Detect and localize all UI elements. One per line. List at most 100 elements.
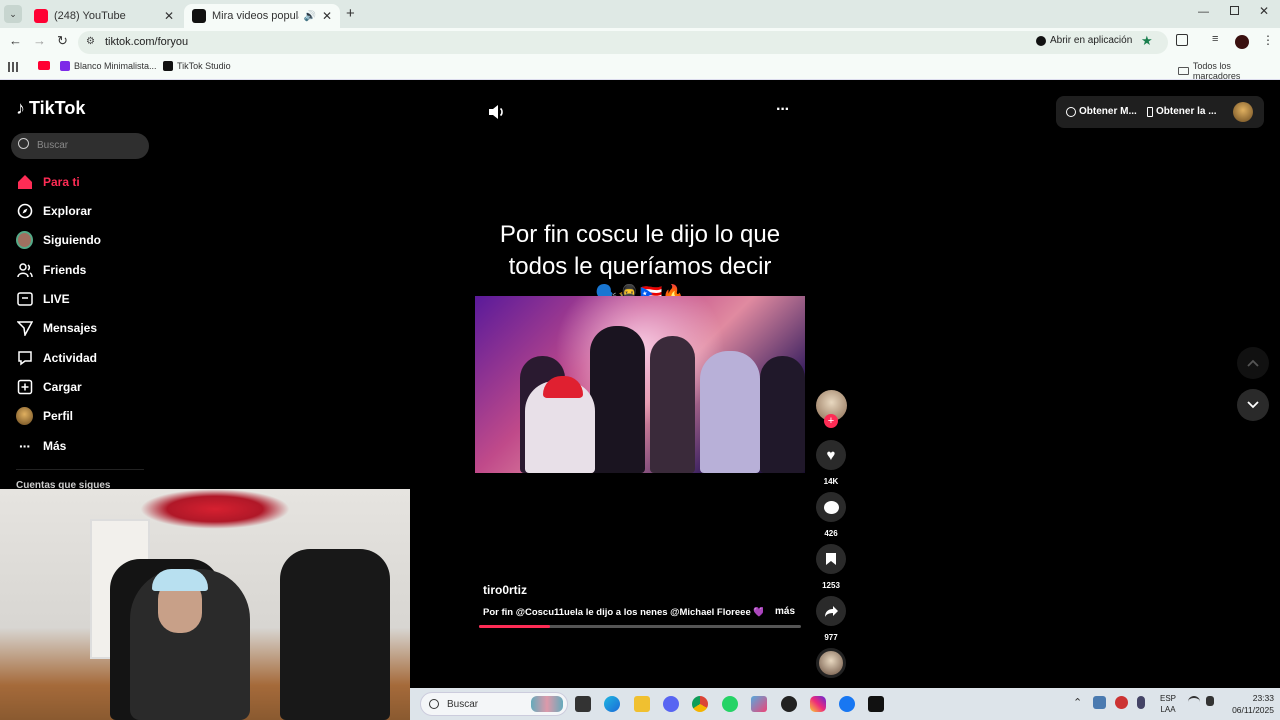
music-disc[interactable] [816,648,846,678]
all-bookmarks[interactable]: Todos los marcadores [1178,61,1280,81]
nav-item-para-ti[interactable]: Para ti [16,173,80,190]
media-icon[interactable]: ≡ [1212,33,1218,45]
bookmark-youtube[interactable] [38,61,50,70]
volume-icon[interactable] [488,104,506,125]
nav-item-friends[interactable]: Friends [16,261,86,278]
tab-strip: ⌄ (248) YouTube ✕ Mira videos populares … [0,0,1280,28]
edge-icon[interactable] [604,696,620,712]
follow-button[interactable]: + [824,414,838,428]
search-icon [429,699,439,709]
tab-tiktok[interactable]: Mira videos populares sele 🔊 ✕ [184,4,340,28]
file-explorer-icon[interactable] [634,696,650,712]
nav-item-live[interactable]: LIVE [16,290,70,307]
comment-count: 426 [824,529,838,538]
reload-icon[interactable]: ↻ [57,33,68,49]
progress-track[interactable] [479,625,801,628]
video-caption-line1: Por fin coscu le dijo lo que [499,221,781,248]
heart-icon: ♥ [826,446,836,464]
tab-youtube[interactable]: (248) YouTube ✕ [26,4,182,28]
close-window-button[interactable]: ✕ [1259,4,1269,18]
nav-item-explorar[interactable]: Explorar [16,202,92,219]
nav-item-mas[interactable]: ··· Más [16,437,66,454]
bookmark-tiktok-studio[interactable]: TikTok Studio [163,61,231,71]
chevron-up-icon [1247,359,1259,367]
apps-icon[interactable] [8,62,18,72]
profile-avatar[interactable] [1233,102,1253,122]
get-coins-button[interactable]: Obtener M... [1066,106,1137,117]
comment-button[interactable] [816,492,846,522]
tiktok-logo[interactable]: ♪ TikTok [16,98,85,119]
gaming-chair [280,549,390,720]
snipping-tool-icon[interactable] [751,696,767,712]
back-icon[interactable]: ← [9,33,22,48]
avatar-icon [16,230,33,249]
tray-sync-icon[interactable] [1093,696,1106,709]
taskbar-search[interactable]: Buscar [420,692,568,716]
share-count: 977 [824,633,838,642]
video-options-icon[interactable]: ··· [776,101,790,119]
search-input[interactable]: Buscar [37,140,68,151]
nav-item-perfil[interactable]: Perfil [16,406,73,425]
wifi-icon[interactable] [1188,696,1200,708]
language-indicator[interactable]: ESP LAA [1160,693,1176,715]
tiktok-icon [192,9,206,23]
tray-chevron-up-icon[interactable]: ⌃ [1073,696,1082,709]
video-description: Por fin @Coscu11uela le dijo a los nenes… [483,607,763,618]
volume-icon[interactable] [1206,696,1214,706]
speaker-icon[interactable]: 🔊 [303,11,315,22]
open-in-app-button[interactable]: Abrir en aplicación [1036,35,1132,46]
minimize-button[interactable]: — [1198,6,1209,18]
menu-icon[interactable]: ⋮ [1262,33,1274,47]
share-button[interactable] [816,596,846,626]
close-tab-icon[interactable]: ✕ [322,9,332,23]
profile-avatar[interactable] [1235,35,1249,49]
tiktok-icon [1036,35,1046,46]
close-tab-icon[interactable]: ✕ [164,9,174,23]
like-button[interactable]: ♥ [816,440,846,470]
instagram-icon[interactable] [810,696,826,712]
more-link[interactable]: más [775,606,795,617]
bookmark-canva[interactable]: Blanco Minimalista... [60,61,157,71]
share-icon [824,605,838,617]
get-app-button[interactable]: Obtener la ... [1147,106,1217,117]
previous-video-button[interactable] [1237,347,1269,379]
tiktok-icon[interactable] [868,696,884,712]
tab-list-button[interactable]: ⌄ [4,5,22,23]
save-button[interactable] [816,544,846,574]
live-icon [16,290,33,307]
clock[interactable]: 23:33 06/11/2025 [1220,692,1274,716]
discord-icon[interactable] [663,696,679,712]
video-player[interactable]: Por fin coscu le dijo lo que todos le qu… [475,211,805,681]
more-icon: ··· [19,437,31,454]
extensions-icon[interactable] [1176,34,1188,46]
new-tab-button[interactable]: + [346,5,355,22]
person-silhouette [760,356,805,473]
obs-icon[interactable] [781,696,797,712]
forward-icon[interactable]: → [33,33,46,48]
task-view-icon[interactable] [575,696,591,712]
bookmarks-bar: Blanco Minimalista... TikTok Studio Todo… [0,56,1280,81]
facebook-icon[interactable] [839,696,855,712]
graffiti-wall-art [140,489,290,529]
tray-mic-icon[interactable] [1137,696,1145,709]
home-icon [16,173,33,190]
nav-item-mensajes[interactable]: Mensajes [16,319,97,336]
nav-item-siguiendo[interactable]: Siguiendo [16,230,101,249]
nav-item-cargar[interactable]: Cargar [16,378,82,395]
address-bar-row: ← → ↻ ⚙ tiktok.com/foryou Abrir en aplic… [0,28,1280,56]
person-silhouette [700,351,760,473]
compass-icon [16,202,33,219]
upload-icon [16,378,33,395]
video-author[interactable]: tiro0rtiz [483,583,527,597]
search-box[interactable]: Buscar [11,133,149,159]
next-video-button[interactable] [1237,389,1269,421]
chrome-icon[interactable] [692,696,708,712]
bookmark-star-icon[interactable]: ★ [1141,33,1153,49]
site-info-icon[interactable]: ⚙ [86,36,95,47]
phone-icon [1147,106,1153,117]
restore-button[interactable] [1230,6,1239,15]
whatsapp-icon[interactable] [722,696,738,712]
omnibox[interactable]: ⚙ tiktok.com/foryou Abrir en aplicación … [78,31,1168,54]
nav-item-actividad[interactable]: Actividad [16,349,97,366]
tray-app-icon[interactable] [1115,696,1128,709]
